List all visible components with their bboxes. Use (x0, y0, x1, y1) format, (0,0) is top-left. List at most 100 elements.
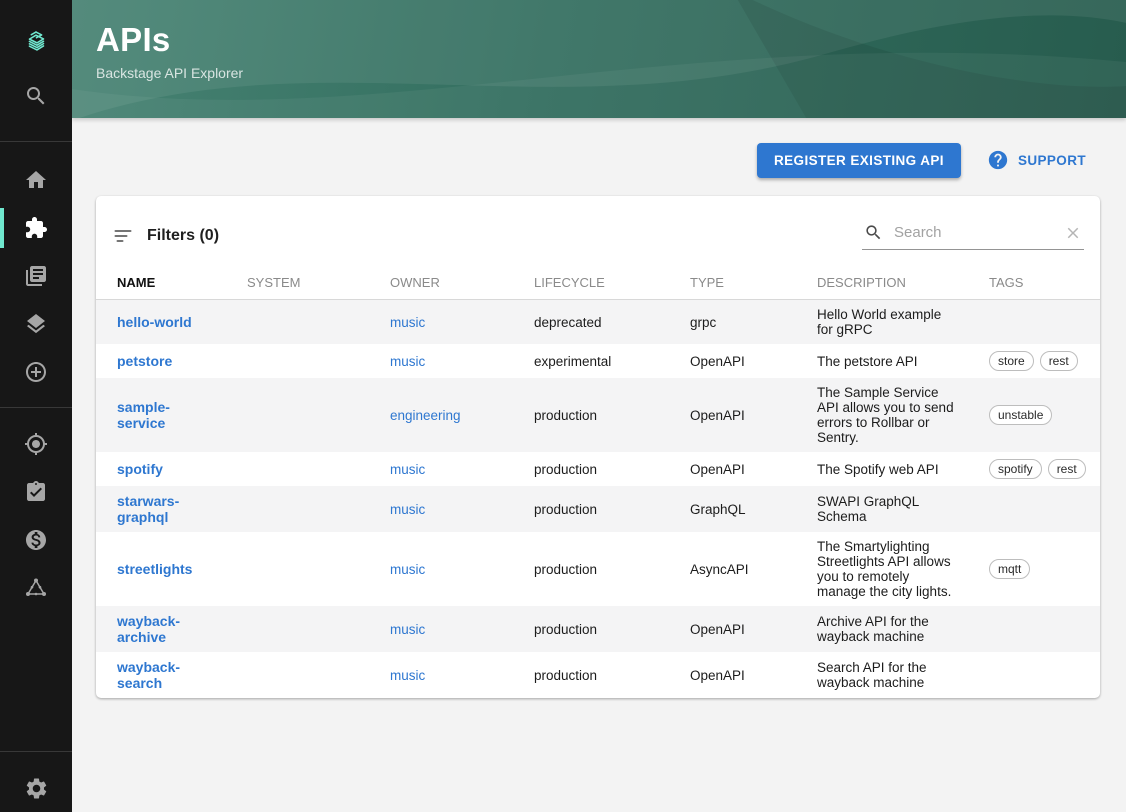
owner-link[interactable]: music (390, 354, 425, 369)
sidebar-item-tasks[interactable] (0, 468, 72, 516)
description-cell: The Smartylighting Streetlights API allo… (817, 539, 952, 599)
sidebar-item-explore[interactable] (0, 420, 72, 468)
column-header-description[interactable]: DESCRIPTION (817, 265, 989, 300)
lifecycle-cell: production (534, 621, 598, 637)
table-search-field (862, 221, 1084, 250)
search-input[interactable] (892, 223, 1055, 242)
owner-link[interactable]: music (390, 462, 425, 477)
lifecycle-cell: production (534, 461, 598, 477)
tag-chip: mqtt (989, 559, 1031, 579)
type-cell: OpenAPI (690, 461, 745, 477)
tags-cell: store rest (989, 344, 1100, 378)
api-name-link[interactable]: streetlights (117, 561, 192, 577)
sidebar-item-home[interactable] (0, 156, 72, 204)
table-row: hello-world music deprecated grpc Hello … (96, 299, 1100, 345)
dollar-monetization-icon (26, 530, 46, 550)
graphql-icon (26, 578, 46, 596)
type-cell: grpc (690, 314, 717, 330)
column-header-system[interactable]: SYSTEM (247, 265, 390, 300)
column-header-name[interactable]: NAME (96, 265, 247, 300)
sidebar-item-apis[interactable] (0, 204, 72, 252)
sidebar-item-search[interactable] (0, 72, 72, 120)
table-row: sample-service engineering production Op… (96, 378, 1100, 452)
column-header-tags[interactable]: TAGS (989, 265, 1100, 300)
layers-icon (27, 314, 45, 334)
owner-link[interactable]: music (390, 622, 425, 637)
system-cell (247, 532, 390, 606)
backstage-logo-icon (28, 31, 45, 51)
api-name-link[interactable]: spotify (117, 461, 163, 477)
sidebar-item-create[interactable] (0, 348, 72, 396)
lifecycle-cell: experimental (534, 353, 612, 369)
lifecycle-cell: production (534, 667, 598, 683)
filters-toggle[interactable]: Filters (0) (113, 226, 219, 246)
api-name-link[interactable]: wayback-archive (117, 613, 180, 645)
system-cell (247, 378, 390, 452)
clear-search-icon[interactable] (1064, 224, 1082, 242)
card-toolbar: Filters (0) (96, 196, 1100, 265)
column-header-lifecycle[interactable]: LIFECYCLE (534, 265, 690, 300)
owner-link[interactable]: music (390, 562, 425, 577)
column-header-type[interactable]: TYPE (690, 265, 817, 300)
type-cell: OpenAPI (690, 353, 745, 369)
home-icon (26, 171, 46, 188)
type-cell: OpenAPI (690, 407, 745, 423)
type-cell: OpenAPI (690, 667, 745, 683)
column-header-owner[interactable]: OWNER (390, 265, 534, 300)
my-location-icon (25, 433, 47, 455)
sidebar-divider (0, 407, 72, 408)
system-cell (247, 300, 390, 345)
add-circle-icon (26, 362, 46, 382)
filter-icon (114, 229, 132, 242)
api-name-link[interactable]: petstore (117, 353, 172, 369)
api-name-link[interactable]: sample-service (117, 399, 170, 431)
tags-cell: mqtt (989, 532, 1100, 606)
system-cell (247, 652, 390, 698)
tags-cell (989, 300, 1100, 345)
system-cell (247, 486, 390, 532)
description-cell: Archive API for the wayback machine (817, 614, 929, 644)
help-icon (988, 150, 1008, 170)
sidebar-item-catalog[interactable] (0, 300, 72, 348)
sidebar (0, 0, 72, 812)
lifecycle-cell: production (534, 407, 598, 423)
description-cell: The Sample Service API allows you to sen… (817, 385, 954, 445)
tags-cell (989, 606, 1100, 652)
table-row: streetlights music production AsyncAPI T… (96, 532, 1100, 606)
sidebar-item-docs[interactable] (0, 252, 72, 300)
table-row: wayback-search music production OpenAPI … (96, 652, 1100, 698)
api-name-link[interactable]: starwars-graphql (117, 493, 179, 525)
filters-label: Filters (0) (147, 226, 220, 244)
backstage-logo[interactable] (0, 10, 72, 72)
owner-link[interactable]: music (390, 315, 425, 330)
api-name-link[interactable]: wayback-search (117, 659, 180, 691)
tag-chip: rest (1039, 351, 1078, 371)
sidebar-item-costs[interactable] (0, 516, 72, 564)
description-cell: SWAPI GraphQL Schema (817, 494, 919, 524)
sidebar-item-settings[interactable] (0, 764, 72, 812)
owner-link[interactable]: music (390, 502, 425, 517)
support-button[interactable]: SUPPORT (987, 149, 1086, 171)
tag-chip: store (989, 351, 1034, 371)
api-table: NAME SYSTEM OWNER LIFECYCLE TYPE DESCRIP… (96, 265, 1100, 698)
sidebar-item-graphiql[interactable] (0, 564, 72, 612)
description-cell: Hello World example for gRPC (817, 307, 942, 337)
search-icon (27, 87, 45, 105)
table-row: wayback-archive music production OpenAPI… (96, 606, 1100, 652)
tag-chip: unstable (989, 405, 1053, 425)
tags-cell (989, 486, 1100, 532)
description-cell: The Spotify web API (817, 461, 939, 477)
table-header-row: NAME SYSTEM OWNER LIFECYCLE TYPE DESCRIP… (96, 265, 1100, 300)
tags-cell: unstable (989, 378, 1100, 452)
owner-link[interactable]: engineering (390, 408, 461, 423)
tags-cell: spotify rest (989, 452, 1100, 486)
type-cell: GraphQL (690, 501, 746, 517)
owner-link[interactable]: music (390, 668, 425, 683)
system-cell (247, 344, 390, 378)
register-existing-api-button[interactable]: REGISTER EXISTING API (757, 142, 961, 178)
assignment-check-icon (27, 481, 45, 501)
api-name-link[interactable]: hello-world (117, 314, 192, 330)
api-table-body: hello-world music deprecated grpc Hello … (96, 299, 1100, 699)
support-label: SUPPORT (1017, 152, 1086, 168)
type-cell: OpenAPI (690, 621, 745, 637)
